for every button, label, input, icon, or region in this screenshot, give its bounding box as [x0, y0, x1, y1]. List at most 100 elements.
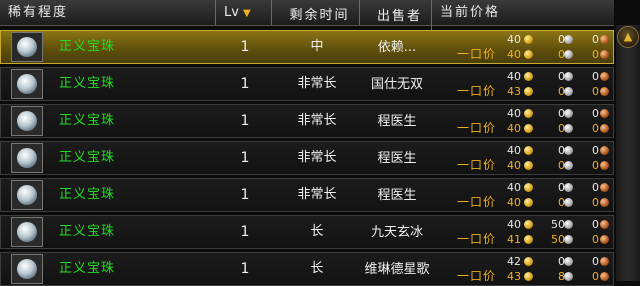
- buyout-gold: 40: [507, 196, 521, 209]
- seller-name: 九天玄冰: [370, 224, 423, 240]
- gold-coin-icon: [524, 35, 533, 44]
- column-header-level[interactable]: Lv ▼: [216, 0, 272, 25]
- gold-coin-icon: [524, 109, 533, 118]
- column-header-seller[interactable]: 出售者: [360, 0, 432, 32]
- silver-coin-icon: [564, 146, 573, 155]
- gold-coin-icon: [524, 198, 533, 207]
- bid-gold: 40: [507, 181, 521, 194]
- orb-icon: [17, 74, 37, 94]
- gold-coin-icon: [524, 220, 533, 229]
- copper-coin-icon: [600, 124, 609, 133]
- item-name[interactable]: 正义宝珠: [59, 142, 115, 174]
- column-header-current-price[interactable]: 当前价格: [432, 0, 614, 25]
- scrollbar[interactable]: ▲: [616, 25, 640, 281]
- buyout-copper: 0: [592, 85, 599, 98]
- copper-coin-icon: [600, 72, 609, 81]
- bid-copper: 0: [592, 255, 599, 268]
- price-cell: 一口价 42 0 0 43 8 0: [433, 253, 613, 285]
- buyout-price: 41 50 0: [433, 232, 613, 247]
- bid-copper: 0: [592, 181, 599, 194]
- gold-coin-icon: [524, 72, 533, 81]
- buyout-copper: 0: [592, 122, 599, 135]
- item-icon-slot[interactable]: [11, 69, 43, 99]
- copper-coin-icon: [600, 87, 609, 96]
- copper-coin-icon: [600, 257, 609, 266]
- item-name[interactable]: 正义宝珠: [59, 216, 115, 248]
- copper-coin-icon: [600, 35, 609, 44]
- auction-row[interactable]: 正义宝珠 1 非常长 程医生 一口价 40 0 0 40 0 0: [0, 141, 614, 175]
- bid-copper: 0: [592, 107, 599, 120]
- buyout-copper: 0: [592, 159, 599, 172]
- silver-coin-icon: [564, 109, 573, 118]
- bid-silver: 50: [551, 218, 565, 231]
- time-left: 非常长: [297, 150, 337, 165]
- bid-gold: 40: [507, 33, 521, 46]
- copper-coin-icon: [600, 109, 609, 118]
- gold-coin-icon: [524, 235, 533, 244]
- item-level: 1: [240, 113, 250, 129]
- buyout-gold: 40: [507, 48, 521, 61]
- item-level: 1: [240, 150, 250, 166]
- time-left: 长: [310, 261, 324, 276]
- bid-price: 40 50 0: [433, 217, 613, 232]
- item-icon-slot[interactable]: [11, 217, 43, 247]
- price-cell: 一口价 40 0 0 40 0 0: [433, 179, 613, 211]
- auction-row[interactable]: 正义宝珠 1 非常长 程医生 一口价 40 0 0 40 0 0: [0, 104, 614, 138]
- silver-coin-icon: [564, 72, 573, 81]
- item-name[interactable]: 正义宝珠: [59, 31, 115, 63]
- buyout-silver: 0: [558, 48, 565, 61]
- scroll-up-arrow-icon[interactable]: ▲: [617, 26, 639, 48]
- item-level: 1: [240, 39, 250, 55]
- time-left: 非常长: [297, 187, 337, 202]
- gold-coin-icon: [524, 146, 533, 155]
- seller-name: 程医生: [377, 150, 417, 166]
- bid-price: 40 0 0: [433, 32, 613, 47]
- item-icon-slot[interactable]: [11, 106, 43, 136]
- orb-icon: [17, 259, 37, 279]
- bid-gold: 40: [507, 218, 521, 231]
- buyout-gold: 43: [507, 270, 521, 283]
- buyout-silver: 0: [558, 85, 565, 98]
- gold-coin-icon: [524, 161, 533, 170]
- copper-coin-icon: [600, 146, 609, 155]
- gold-coin-icon: [524, 183, 533, 192]
- copper-coin-icon: [600, 220, 609, 229]
- auction-row[interactable]: 正义宝珠 1 非常长 程医生 一口价 40 0 0 40 0 0: [0, 178, 614, 212]
- copper-coin-icon: [600, 50, 609, 59]
- orb-icon: [17, 148, 37, 168]
- item-name[interactable]: 正义宝珠: [59, 105, 115, 137]
- buyout-copper: 0: [592, 270, 599, 283]
- silver-coin-icon: [564, 161, 573, 170]
- item-icon-slot[interactable]: [11, 32, 43, 62]
- item-icon-slot[interactable]: [11, 180, 43, 210]
- item-icon-slot[interactable]: [11, 143, 43, 173]
- column-header-rarity[interactable]: 稀有程度: [0, 0, 216, 25]
- buyout-silver: 0: [558, 159, 565, 172]
- bid-silver: 0: [558, 181, 565, 194]
- bid-copper: 0: [592, 144, 599, 157]
- gold-coin-icon: [524, 50, 533, 59]
- column-header-time-left[interactable]: 剩余时间: [272, 0, 360, 25]
- bid-price: 42 0 0: [433, 254, 613, 269]
- item-name[interactable]: 正义宝珠: [59, 179, 115, 211]
- buyout-price: 43 8 0: [433, 269, 613, 284]
- item-name[interactable]: 正义宝珠: [59, 68, 115, 100]
- buyout-gold: 41: [507, 233, 521, 246]
- buyout-price: 40 0 0: [433, 195, 613, 210]
- auction-row[interactable]: 正义宝珠 1 中 依赖... 一口价 40 0 0 40 0 0: [0, 30, 614, 64]
- buyout-copper: 0: [592, 233, 599, 246]
- auction-row[interactable]: 正义宝珠 1 非常长 国仕无双 一口价 40 0 0 43 0 0: [0, 67, 614, 101]
- bid-price: 40 0 0: [433, 69, 613, 84]
- time-left: 中: [310, 39, 324, 54]
- item-name[interactable]: 正义宝珠: [59, 253, 115, 285]
- item-icon-slot[interactable]: [11, 254, 43, 284]
- price-cell: 一口价 40 0 0 40 0 0: [433, 31, 613, 63]
- seller-name: 维琳德星歌: [364, 261, 430, 277]
- gold-coin-icon: [524, 124, 533, 133]
- silver-coin-icon: [564, 50, 573, 59]
- silver-coin-icon: [564, 220, 573, 229]
- time-left: 长: [310, 224, 324, 239]
- auction-row[interactable]: 正义宝珠 1 长 九天玄冰 一口价 40 50 0 41 50 0: [0, 215, 614, 249]
- gold-coin-icon: [524, 257, 533, 266]
- silver-coin-icon: [564, 87, 573, 96]
